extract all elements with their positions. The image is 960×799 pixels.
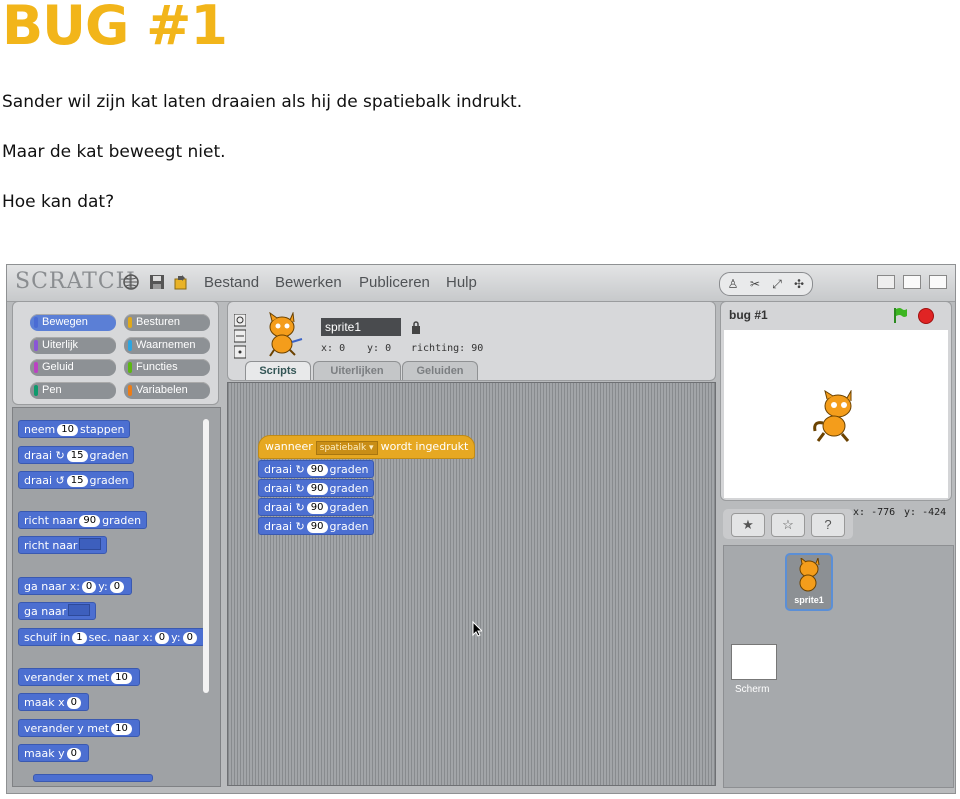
mouse-x-value: -776	[871, 507, 896, 518]
script-block-turn[interactable]: draai ↻ 90 graden	[258, 498, 375, 516]
globe-icon[interactable]	[123, 274, 139, 290]
shrink-tool-icon[interactable]: ✣	[791, 276, 807, 292]
category-variables[interactable]: Variabelen	[124, 382, 210, 399]
paint-new-sprite-icon[interactable]: ★	[731, 513, 765, 537]
category-operators[interactable]: Functies	[124, 359, 210, 376]
rotation-style-icons[interactable]	[234, 314, 246, 360]
save-icon[interactable]	[149, 274, 165, 290]
normal-stage-icon[interactable]	[903, 275, 921, 289]
green-flag-icon[interactable]	[892, 307, 908, 323]
palette-block-partial[interactable]	[33, 774, 153, 782]
palette-block-turn-right[interactable]: draai ↻ 15 graden	[18, 446, 135, 464]
block-palette: neem 10 stappen draai ↻ 15 graden draai ↺ 15 g…	[12, 407, 221, 787]
palette-block-change-y[interactable]: verander y met 10	[18, 719, 140, 737]
cut-tool-icon[interactable]: ✂	[747, 276, 763, 292]
scripts-area[interactable]: wanneer spatiebalk ▾ wordt ingedrukt draai…	[227, 382, 716, 786]
problem-observation: Maar de kat beweegt niet.	[2, 142, 226, 162]
category-pen[interactable]: Pen	[30, 382, 116, 399]
mouse-y-value: -424	[922, 507, 947, 518]
grow-tool-icon[interactable]: ⤢	[769, 276, 785, 292]
category-panel: Bewegen Uiterlijk Geluid Pen Besturen Wa…	[12, 301, 219, 405]
menu-help[interactable]: Hulp	[446, 274, 477, 291]
scratch-logo: SCRATCH	[15, 269, 136, 294]
mouse-cursor-icon	[472, 621, 482, 637]
tab-costumes[interactable]: Uiterlijken	[313, 361, 401, 380]
sprite-direction-label: richting:	[411, 343, 466, 354]
stage-thumbnail[interactable]	[731, 644, 777, 680]
palette-block-go-to[interactable]: ga naar	[18, 602, 97, 620]
script-block-turn[interactable]: draai ↻ 90 graden	[258, 517, 375, 535]
palette-block-change-x[interactable]: verander x met 10	[18, 668, 140, 686]
lock-icon[interactable]	[411, 321, 421, 334]
document-title: BUG #1	[2, 0, 228, 57]
menu-bar: SCRATCH Bestand Bewerken Publiceren Hulp…	[7, 265, 955, 302]
stage-canvas[interactable]	[724, 330, 948, 498]
menu-share[interactable]: Publiceren	[359, 274, 430, 291]
project-title: bug #1	[729, 308, 768, 322]
sprite-thumbnail-label: sprite1	[794, 595, 824, 605]
palette-block-set-x[interactable]: maak x0	[18, 693, 89, 711]
sprite-y-label: y:	[367, 343, 380, 354]
cat-sprite[interactable]	[812, 390, 860, 444]
rotate-cw-icon: ↻	[295, 463, 305, 476]
script-block-turn[interactable]: draai ↻ 90 graden	[258, 460, 375, 478]
rotate-cw-icon: ↻	[295, 501, 305, 514]
palette-block-point-direction[interactable]: richt naar 90 graden	[18, 511, 148, 529]
menu-file[interactable]: Bestand	[204, 274, 259, 291]
palette-block-glide[interactable]: schuif in 1 sec. naar x: 0 y: 0	[18, 628, 205, 646]
stage-thumbnail-label: Scherm	[735, 684, 770, 695]
share-icon[interactable]	[173, 274, 189, 290]
palette-scrollbar[interactable]	[203, 419, 209, 693]
mouse-y-label: y:	[904, 507, 917, 518]
category-sensing[interactable]: Waarnemen	[124, 337, 210, 354]
small-stage-icon[interactable]	[877, 275, 895, 289]
category-sound[interactable]: Geluid	[30, 359, 116, 376]
palette-block-move[interactable]: neem 10 stappen	[18, 420, 131, 438]
sprite-direction-value: 90	[471, 343, 484, 354]
scratch-window: SCRATCH Bestand Bewerken Publiceren Hulp…	[6, 264, 956, 794]
stamp-tool-icon[interactable]: ♙	[725, 276, 741, 292]
mouse-x-label: x:	[853, 507, 866, 518]
rotate-cw-icon: ↻	[55, 449, 65, 462]
palette-block-go-to-xy[interactable]: ga naar x: 0 y: 0	[18, 577, 133, 595]
random-sprite-icon[interactable]: ?	[811, 513, 845, 537]
presentation-mode-icon[interactable]	[929, 275, 947, 289]
sprite-list: sprite1 Scherm	[723, 545, 954, 788]
stop-icon[interactable]	[918, 308, 934, 324]
sprite-thumbnail[interactable]: sprite1	[785, 553, 833, 611]
script-block-turn[interactable]: draai ↻ 90 graden	[258, 479, 375, 497]
palette-block-point-towards[interactable]: richt naar	[18, 536, 108, 554]
stage-panel: bug #1	[720, 301, 952, 501]
category-motion[interactable]: Bewegen	[30, 314, 116, 331]
sprite-cat-icon	[269, 312, 303, 357]
problem-statement: Sander wil zijn kat laten draaien als hi…	[2, 92, 523, 112]
choose-sprite-file-icon[interactable]: ☆	[771, 513, 805, 537]
palette-block-turn-left[interactable]: draai ↺ 15 graden	[18, 471, 135, 489]
sprite-name-field[interactable]: sprite1	[321, 318, 401, 336]
sprite-x-label: x:	[321, 343, 334, 354]
sprite-x-value: 0	[339, 343, 346, 354]
edit-tools: ♙ ✂ ⤢ ✣	[719, 272, 813, 296]
sprite-y-value: 0	[385, 343, 392, 354]
category-looks[interactable]: Uiterlijk	[30, 337, 116, 354]
palette-block-set-y[interactable]: maak y0	[18, 744, 89, 762]
category-control[interactable]: Besturen	[124, 314, 210, 331]
rotate-cw-icon: ↻	[295, 520, 305, 533]
hat-block-when-key-pressed[interactable]: wanneer spatiebalk ▾ wordt ingedrukt	[258, 435, 476, 459]
problem-question: Hoe kan dat?	[2, 192, 115, 212]
rotate-ccw-icon: ↺	[55, 474, 65, 487]
sprite-cat-icon	[799, 558, 820, 592]
key-dropdown[interactable]: spatiebalk ▾	[315, 441, 378, 455]
new-sprite-toolbar: ★ ☆ ?	[723, 509, 853, 539]
tab-sounds[interactable]: Geluiden	[402, 361, 478, 380]
rotate-cw-icon: ↻	[295, 482, 305, 495]
tab-scripts[interactable]: Scripts	[245, 361, 311, 380]
menu-edit[interactable]: Bewerken	[275, 274, 342, 291]
